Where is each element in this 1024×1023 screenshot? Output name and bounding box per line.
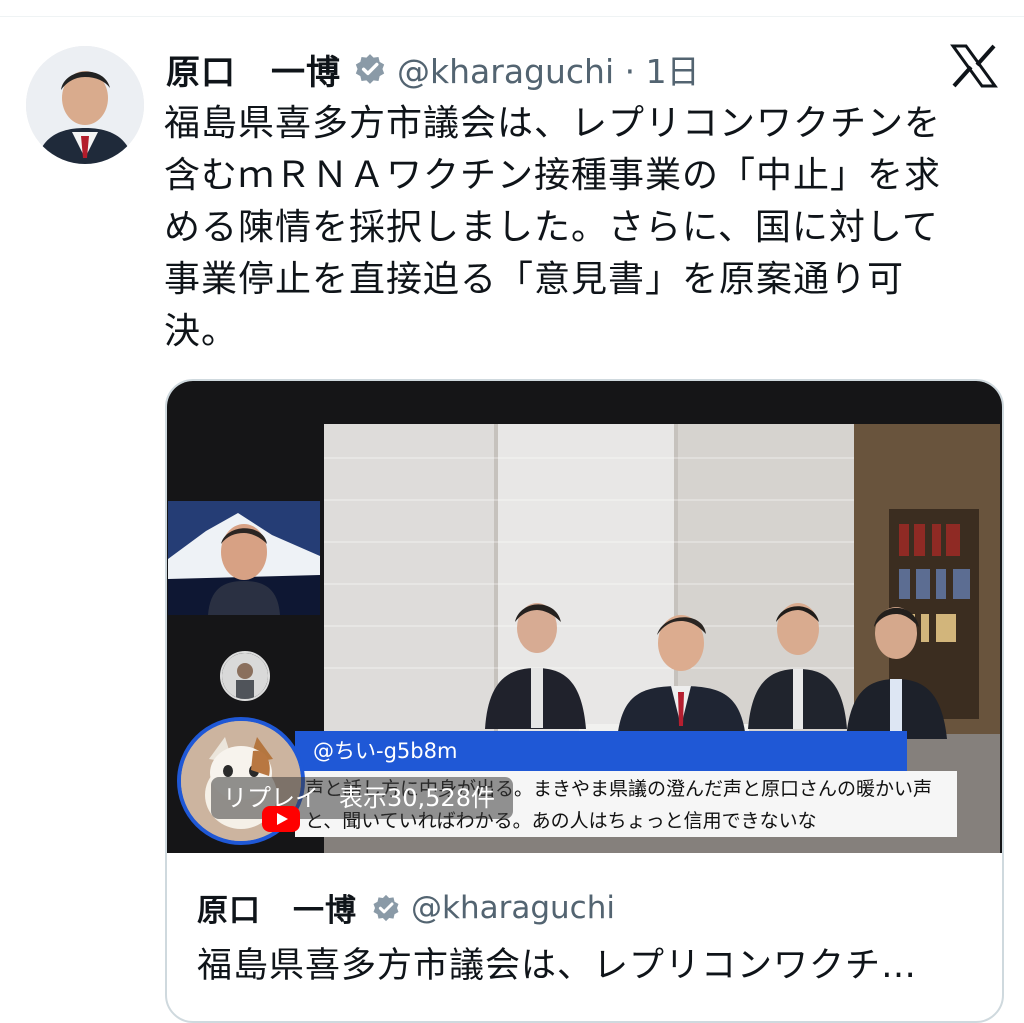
tweet-text: 福島県喜多方市議会は、レプリコンワクチンを 含むｍＲＮＡワクチン接種事業の「中止… bbox=[164, 103, 942, 352]
view-count: 表示30,528件 bbox=[339, 784, 495, 812]
quoted-verified-badge-icon bbox=[373, 894, 399, 921]
youtube-play-icon[interactable] bbox=[261, 805, 301, 833]
guest-video-tile bbox=[168, 501, 320, 615]
author-avatar[interactable] bbox=[26, 46, 144, 164]
top-divider bbox=[0, 16, 1024, 17]
author-name[interactable]: 原口 一博 bbox=[166, 45, 341, 94]
quoted-tweet-text: 福島県喜多方市議会は、レプリコンワクチ… bbox=[197, 946, 918, 986]
quoted-author-handle[interactable]: @kharaguchi bbox=[411, 890, 615, 926]
author-photo bbox=[26, 46, 144, 164]
quoted-tweet-header: 原口 一博 @kharaguchi bbox=[197, 885, 615, 930]
quoted-author-name[interactable]: 原口 一博 bbox=[197, 885, 357, 930]
live-comment-user: @ちい-g5b8m bbox=[295, 731, 907, 771]
tweet-header: 原口 一博 @kharaguchi · 1日 bbox=[166, 45, 700, 94]
author-handle-time[interactable]: @kharaguchi · 1日 bbox=[397, 45, 700, 93]
viewer-avatar bbox=[220, 651, 270, 701]
x-logo-icon[interactable] bbox=[950, 44, 998, 88]
verified-badge-icon bbox=[355, 54, 385, 84]
quoted-video-card[interactable]: @ちい-g5b8m 声と話し方に中身が出る。まきやま県議の澄んだ声と原口さんの暖… bbox=[165, 379, 1004, 1023]
video-thumbnail[interactable]: @ちい-g5b8m 声と話し方に中身が出る。まきやま県議の澄んだ声と原口さんの暖… bbox=[167, 381, 1002, 853]
video-status-badge: リプレイ 表示30,528件 bbox=[211, 777, 513, 819]
